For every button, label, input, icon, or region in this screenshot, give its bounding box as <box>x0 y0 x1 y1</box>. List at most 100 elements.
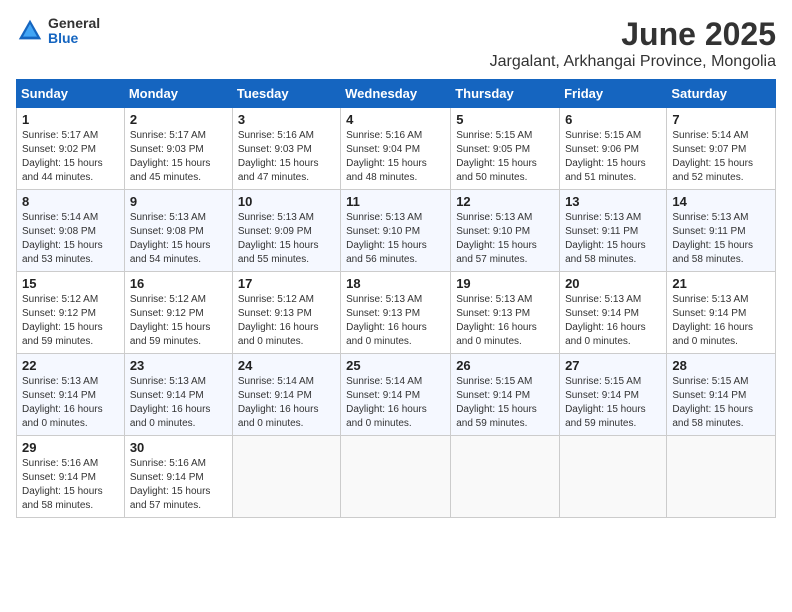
header-monday: Monday <box>124 80 232 108</box>
table-row: 26 Sunrise: 5:15 AM Sunset: 9:14 PM Dayl… <box>451 354 560 436</box>
table-row: 9 Sunrise: 5:13 AM Sunset: 9:08 PM Dayli… <box>124 190 232 272</box>
day-number: 1 <box>22 112 119 127</box>
day-info: Sunrise: 5:16 AM Sunset: 9:14 PM Dayligh… <box>130 457 227 513</box>
day-number: 17 <box>238 276 335 291</box>
table-row: 2 Sunrise: 5:17 AM Sunset: 9:03 PM Dayli… <box>124 108 232 190</box>
table-row: 15 Sunrise: 5:12 AM Sunset: 9:12 PM Dayl… <box>17 272 125 354</box>
day-info: Sunrise: 5:15 AM Sunset: 9:06 PM Dayligh… <box>565 129 661 185</box>
table-row: 6 Sunrise: 5:15 AM Sunset: 9:06 PM Dayli… <box>560 108 667 190</box>
day-info: Sunrise: 5:12 AM Sunset: 9:13 PM Dayligh… <box>238 293 335 349</box>
logo-icon <box>16 17 44 45</box>
logo: General Blue <box>16 16 100 47</box>
day-number: 3 <box>238 112 335 127</box>
table-row: 14 Sunrise: 5:13 AM Sunset: 9:11 PM Dayl… <box>667 190 776 272</box>
day-number: 24 <box>238 358 335 373</box>
table-row: 3 Sunrise: 5:16 AM Sunset: 9:03 PM Dayli… <box>232 108 340 190</box>
day-info: Sunrise: 5:13 AM Sunset: 9:08 PM Dayligh… <box>130 211 227 267</box>
day-number: 2 <box>130 112 227 127</box>
day-info: Sunrise: 5:15 AM Sunset: 9:05 PM Dayligh… <box>456 129 554 185</box>
table-row: 17 Sunrise: 5:12 AM Sunset: 9:13 PM Dayl… <box>232 272 340 354</box>
day-number: 4 <box>346 112 445 127</box>
day-number: 26 <box>456 358 554 373</box>
table-row <box>667 436 776 518</box>
day-info: Sunrise: 5:15 AM Sunset: 9:14 PM Dayligh… <box>672 375 770 431</box>
table-row: 25 Sunrise: 5:14 AM Sunset: 9:14 PM Dayl… <box>341 354 451 436</box>
day-number: 29 <box>22 440 119 455</box>
day-number: 21 <box>672 276 770 291</box>
table-row: 27 Sunrise: 5:15 AM Sunset: 9:14 PM Dayl… <box>560 354 667 436</box>
table-row: 18 Sunrise: 5:13 AM Sunset: 9:13 PM Dayl… <box>341 272 451 354</box>
day-number: 18 <box>346 276 445 291</box>
calendar-week-row: 8 Sunrise: 5:14 AM Sunset: 9:08 PM Dayli… <box>17 190 776 272</box>
table-row: 12 Sunrise: 5:13 AM Sunset: 9:10 PM Dayl… <box>451 190 560 272</box>
day-info: Sunrise: 5:13 AM Sunset: 9:13 PM Dayligh… <box>346 293 445 349</box>
day-number: 12 <box>456 194 554 209</box>
day-info: Sunrise: 5:13 AM Sunset: 9:14 PM Dayligh… <box>22 375 119 431</box>
table-row <box>560 436 667 518</box>
day-info: Sunrise: 5:14 AM Sunset: 9:07 PM Dayligh… <box>672 129 770 185</box>
table-row: 21 Sunrise: 5:13 AM Sunset: 9:14 PM Dayl… <box>667 272 776 354</box>
day-info: Sunrise: 5:13 AM Sunset: 9:14 PM Dayligh… <box>672 293 770 349</box>
day-info: Sunrise: 5:13 AM Sunset: 9:10 PM Dayligh… <box>456 211 554 267</box>
location-title: Jargalant, Arkhangai Province, Mongolia <box>490 53 776 71</box>
table-row: 29 Sunrise: 5:16 AM Sunset: 9:14 PM Dayl… <box>17 436 125 518</box>
day-number: 25 <box>346 358 445 373</box>
header-friday: Friday <box>560 80 667 108</box>
day-info: Sunrise: 5:13 AM Sunset: 9:14 PM Dayligh… <box>565 293 661 349</box>
day-info: Sunrise: 5:14 AM Sunset: 9:14 PM Dayligh… <box>238 375 335 431</box>
day-number: 11 <box>346 194 445 209</box>
day-info: Sunrise: 5:13 AM Sunset: 9:14 PM Dayligh… <box>130 375 227 431</box>
day-number: 13 <box>565 194 661 209</box>
table-row: 23 Sunrise: 5:13 AM Sunset: 9:14 PM Dayl… <box>124 354 232 436</box>
month-title: June 2025 <box>490 16 776 53</box>
day-info: Sunrise: 5:15 AM Sunset: 9:14 PM Dayligh… <box>456 375 554 431</box>
day-number: 28 <box>672 358 770 373</box>
table-row: 13 Sunrise: 5:13 AM Sunset: 9:11 PM Dayl… <box>560 190 667 272</box>
day-number: 19 <box>456 276 554 291</box>
day-info: Sunrise: 5:12 AM Sunset: 9:12 PM Dayligh… <box>130 293 227 349</box>
table-row <box>341 436 451 518</box>
day-number: 20 <box>565 276 661 291</box>
day-number: 22 <box>22 358 119 373</box>
day-number: 6 <box>565 112 661 127</box>
header-thursday: Thursday <box>451 80 560 108</box>
day-number: 9 <box>130 194 227 209</box>
day-info: Sunrise: 5:17 AM Sunset: 9:03 PM Dayligh… <box>130 129 227 185</box>
table-row: 8 Sunrise: 5:14 AM Sunset: 9:08 PM Dayli… <box>17 190 125 272</box>
logo-blue-text: Blue <box>48 31 100 46</box>
day-info: Sunrise: 5:17 AM Sunset: 9:02 PM Dayligh… <box>22 129 119 185</box>
day-info: Sunrise: 5:13 AM Sunset: 9:11 PM Dayligh… <box>565 211 661 267</box>
day-number: 30 <box>130 440 227 455</box>
day-number: 8 <box>22 194 119 209</box>
day-info: Sunrise: 5:13 AM Sunset: 9:09 PM Dayligh… <box>238 211 335 267</box>
calendar-week-row: 15 Sunrise: 5:12 AM Sunset: 9:12 PM Dayl… <box>17 272 776 354</box>
calendar-header-row: Sunday Monday Tuesday Wednesday Thursday… <box>17 80 776 108</box>
header-wednesday: Wednesday <box>341 80 451 108</box>
table-row: 10 Sunrise: 5:13 AM Sunset: 9:09 PM Dayl… <box>232 190 340 272</box>
day-info: Sunrise: 5:14 AM Sunset: 9:14 PM Dayligh… <box>346 375 445 431</box>
table-row: 28 Sunrise: 5:15 AM Sunset: 9:14 PM Dayl… <box>667 354 776 436</box>
page-container: General Blue June 2025 Jargalant, Arkhan… <box>16 16 776 518</box>
header: General Blue June 2025 Jargalant, Arkhan… <box>16 16 776 71</box>
day-info: Sunrise: 5:12 AM Sunset: 9:12 PM Dayligh… <box>22 293 119 349</box>
table-row: 16 Sunrise: 5:12 AM Sunset: 9:12 PM Dayl… <box>124 272 232 354</box>
calendar-week-row: 22 Sunrise: 5:13 AM Sunset: 9:14 PM Dayl… <box>17 354 776 436</box>
table-row <box>232 436 340 518</box>
day-info: Sunrise: 5:13 AM Sunset: 9:10 PM Dayligh… <box>346 211 445 267</box>
day-number: 5 <box>456 112 554 127</box>
day-number: 10 <box>238 194 335 209</box>
table-row: 1 Sunrise: 5:17 AM Sunset: 9:02 PM Dayli… <box>17 108 125 190</box>
table-row: 30 Sunrise: 5:16 AM Sunset: 9:14 PM Dayl… <box>124 436 232 518</box>
title-area: June 2025 Jargalant, Arkhangai Province,… <box>490 16 776 71</box>
header-sunday: Sunday <box>17 80 125 108</box>
day-info: Sunrise: 5:16 AM Sunset: 9:14 PM Dayligh… <box>22 457 119 513</box>
table-row: 24 Sunrise: 5:14 AM Sunset: 9:14 PM Dayl… <box>232 354 340 436</box>
day-info: Sunrise: 5:14 AM Sunset: 9:08 PM Dayligh… <box>22 211 119 267</box>
day-info: Sunrise: 5:13 AM Sunset: 9:13 PM Dayligh… <box>456 293 554 349</box>
day-info: Sunrise: 5:13 AM Sunset: 9:11 PM Dayligh… <box>672 211 770 267</box>
table-row: 5 Sunrise: 5:15 AM Sunset: 9:05 PM Dayli… <box>451 108 560 190</box>
table-row: 19 Sunrise: 5:13 AM Sunset: 9:13 PM Dayl… <box>451 272 560 354</box>
logo-text: General Blue <box>48 16 100 47</box>
table-row <box>451 436 560 518</box>
logo-general-text: General <box>48 16 100 31</box>
